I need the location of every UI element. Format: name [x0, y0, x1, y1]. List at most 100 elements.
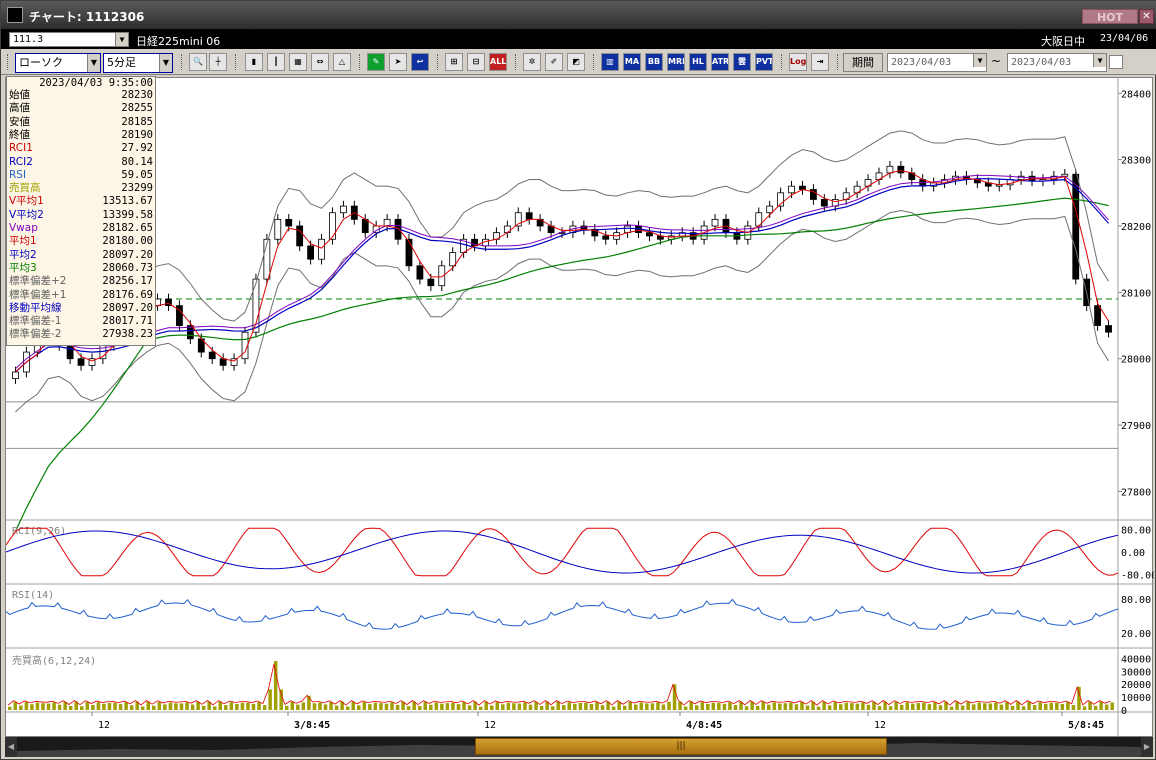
scroll-left-icon[interactable]: ◀ [5, 737, 17, 757]
lock-icon[interactable]: ⇔ [311, 53, 329, 71]
shape-icon[interactable]: △ [333, 53, 351, 71]
hot-button[interactable]: HOT [1082, 9, 1138, 24]
volume-bar [129, 705, 134, 710]
volume-bar [506, 702, 511, 710]
volume-bar [744, 706, 749, 710]
candle-body [525, 212, 533, 220]
brush-icon[interactable]: ✐ [545, 53, 563, 71]
data-panel-value: 28097.20 [102, 301, 153, 314]
volume-bar [8, 706, 12, 710]
exit-icon[interactable]: ⇥ [811, 53, 829, 71]
tools-icon[interactable]: ✲ [523, 53, 541, 71]
mre-button[interactable]: MRE [667, 53, 685, 71]
volume-bar [212, 706, 217, 710]
arrow-icon[interactable]: ↩ [411, 53, 429, 71]
log-button[interactable]: Log [789, 53, 807, 71]
crosshair-icon[interactable]: ┼ [209, 53, 227, 71]
chevron-down-icon[interactable]: ▼ [87, 54, 100, 72]
chevron-down-icon[interactable]: ▼ [115, 33, 128, 46]
chart-area[interactable]: 28400 28300 28200 28100 28000 27900 27800 12 3/8… [5, 77, 1154, 738]
date-to-input[interactable]: 2023/04/03 ▼ [1007, 53, 1107, 72]
candle-body [897, 165, 905, 174]
volume-bar [512, 703, 516, 710]
period-button[interactable]: 期間 [843, 53, 883, 72]
volume-bar [672, 684, 677, 710]
volume-bar [1010, 705, 1015, 710]
timeframe-value: 5分足 [107, 56, 136, 69]
rci-tick-label: 0.00 [1121, 548, 1145, 559]
pen-icon[interactable]: ✎ [367, 53, 385, 71]
volume-avg-line [7, 663, 1111, 706]
timeframe-select[interactable]: 5分足 ▼ [103, 53, 173, 73]
volume-bar [772, 702, 777, 710]
candle-icon[interactable]: ▮ [245, 53, 263, 71]
candle-body [66, 345, 74, 360]
search-icon[interactable]: 🔍 [189, 53, 207, 71]
volume-bar [861, 702, 865, 710]
volume-bar [357, 705, 361, 710]
all-button[interactable]: ALL [489, 53, 507, 71]
time-tick-label: 12 [484, 720, 496, 731]
scroll-thumb[interactable]: ||| [475, 738, 887, 755]
chart-scrollbar[interactable]: ◀ ||| ▶ [5, 737, 1153, 757]
volume-bar [733, 704, 738, 710]
data-panel-value: 28190 [121, 128, 153, 141]
date-from-input[interactable]: 2023/04/03 ▼ [887, 53, 987, 72]
cursor-icon[interactable]: ➤ [389, 53, 407, 71]
ichimoku-icon[interactable]: 雲 [733, 53, 751, 71]
volume-bar [423, 701, 427, 710]
pvt-button[interactable]: PVT [755, 53, 773, 71]
calendar-icon[interactable]: ▼ [973, 54, 986, 67]
bb-button[interactable]: BB [645, 53, 663, 71]
data-panel-row: Vwap 28182.65 [9, 222, 153, 235]
close-icon[interactable]: ✕ [1139, 9, 1154, 24]
chart-app-icon [7, 7, 23, 23]
compare-icon[interactable]: ▦ [289, 53, 307, 71]
volume-bar [755, 705, 760, 710]
volume-bar [523, 702, 527, 710]
price-tick-label: 27900 [1121, 421, 1151, 432]
data-panel-value: 28255 [121, 102, 153, 115]
volume-bar [163, 704, 167, 710]
rsi-tick-label: 20.00 [1121, 629, 1151, 640]
ma-button[interactable]: MA [623, 53, 641, 71]
hl-button[interactable]: HL [689, 53, 707, 71]
data-panel-label: 標準偏差-1 [9, 315, 62, 328]
candle-body [886, 165, 894, 174]
period-checkbox[interactable] [1109, 55, 1123, 69]
volume-icon[interactable]: ▥ [601, 53, 619, 71]
data-panel-value: 27.92 [121, 142, 153, 155]
toolbar-separator [359, 54, 361, 70]
scroll-right-icon[interactable]: ▶ [1141, 737, 1153, 757]
chevron-down-icon[interactable]: ▼ [159, 54, 172, 72]
current-date: 23/04/06 [1100, 33, 1149, 44]
chart-type-select[interactable]: ローソク ▼ [15, 53, 101, 73]
volume-bar [589, 703, 594, 710]
volume-bar [373, 702, 378, 710]
volume-bar [584, 702, 588, 710]
data-panel-label: 平均3 [9, 261, 37, 274]
data-panel-row: 高値 28255 [9, 102, 153, 115]
chart-canvas[interactable]: 28400 28300 28200 28100 28000 27900 27800 12 3/8… [6, 78, 1154, 738]
data-panel-value: 28182.65 [102, 222, 153, 234]
volume-bar [285, 705, 289, 710]
data-panel-value: 27938.23 [102, 328, 153, 341]
data-panel-row: 売買高 23299 [9, 182, 153, 195]
candle-body [318, 238, 325, 260]
candle-body [1105, 325, 1112, 333]
volume-bar [251, 703, 256, 710]
price-tick-label: 28100 [1121, 288, 1151, 299]
bar-icon[interactable]: ┃ [267, 53, 285, 71]
atr-button[interactable]: ATR [711, 53, 729, 71]
zoom-in-icon[interactable]: ⊞ [445, 53, 463, 71]
code-select[interactable]: 111.3 ▼ [9, 32, 129, 47]
calendar-icon[interactable]: ▼ [1093, 54, 1106, 67]
data-panel-label: 終値 [9, 128, 30, 141]
zoom-out-icon[interactable]: ⊟ [467, 53, 485, 71]
candle-body [711, 218, 719, 227]
candle-body [624, 225, 631, 234]
palette-icon[interactable]: ◩ [567, 53, 585, 71]
data-panel-row: V平均1 13513.67 [9, 195, 153, 208]
volume-bar [639, 702, 644, 710]
volume-bar [905, 702, 909, 710]
